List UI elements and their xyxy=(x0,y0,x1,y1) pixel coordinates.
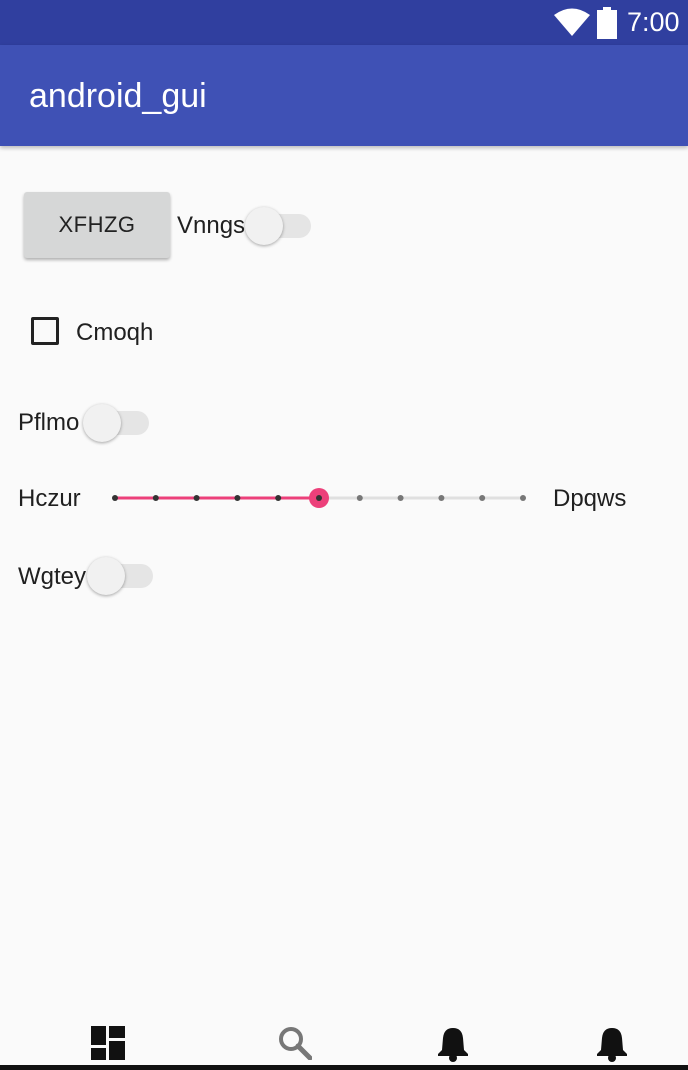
slider-tick xyxy=(112,495,118,501)
wgtey-switch[interactable] xyxy=(87,552,153,600)
status-time: 7:00 xyxy=(627,7,680,37)
slider-tick xyxy=(193,495,200,501)
dashboard-icon xyxy=(91,1026,125,1060)
pflmo-switch-label: Pflmo xyxy=(18,409,80,436)
switch-thumb xyxy=(245,207,283,245)
slider-thumb-tick xyxy=(316,495,322,501)
slider-tick xyxy=(438,495,445,501)
bottom-navigation xyxy=(0,1010,688,1070)
nav-item-notifications[interactable] xyxy=(436,1026,470,1067)
slider-tick xyxy=(520,495,526,501)
slider-start-label: Hczur xyxy=(18,485,81,512)
wgtey-switch-label: Wgtey xyxy=(18,563,87,590)
xfhzg-button[interactable]: XFHZG xyxy=(24,192,170,258)
discrete-slider[interactable] xyxy=(105,478,535,518)
pflmo-switch[interactable] xyxy=(83,399,149,447)
app-title: android_gui xyxy=(29,77,207,115)
app-bar: android_gui xyxy=(0,45,688,146)
slider-tick xyxy=(479,495,486,501)
nav-item-dashboard[interactable] xyxy=(91,1026,125,1065)
switch-thumb xyxy=(87,557,125,595)
notifications-icon xyxy=(597,1028,627,1062)
vnngs-switch[interactable] xyxy=(245,202,311,250)
cmoqh-checkbox-label[interactable]: Cmoqh xyxy=(76,319,153,347)
nav-item-search[interactable] xyxy=(278,1026,313,1065)
cmoqh-checkbox[interactable] xyxy=(31,317,59,345)
slider-tick xyxy=(234,495,241,501)
slider-tick xyxy=(152,495,159,501)
notifications-icon xyxy=(438,1028,468,1062)
screen-edge xyxy=(0,1065,688,1070)
nav-item-notifications-2[interactable] xyxy=(595,1026,629,1067)
slider-tick xyxy=(397,495,404,501)
status-bar: 7:00 xyxy=(0,0,688,45)
slider-tick xyxy=(275,495,282,501)
slider-tick xyxy=(356,495,363,501)
wifi-icon xyxy=(554,8,590,36)
switch-thumb xyxy=(83,404,121,442)
slider-end-label: Dpqws xyxy=(553,485,627,512)
battery-icon xyxy=(597,7,617,39)
search-icon xyxy=(279,1027,313,1061)
vnngs-switch-label: Vnngs xyxy=(177,212,246,239)
